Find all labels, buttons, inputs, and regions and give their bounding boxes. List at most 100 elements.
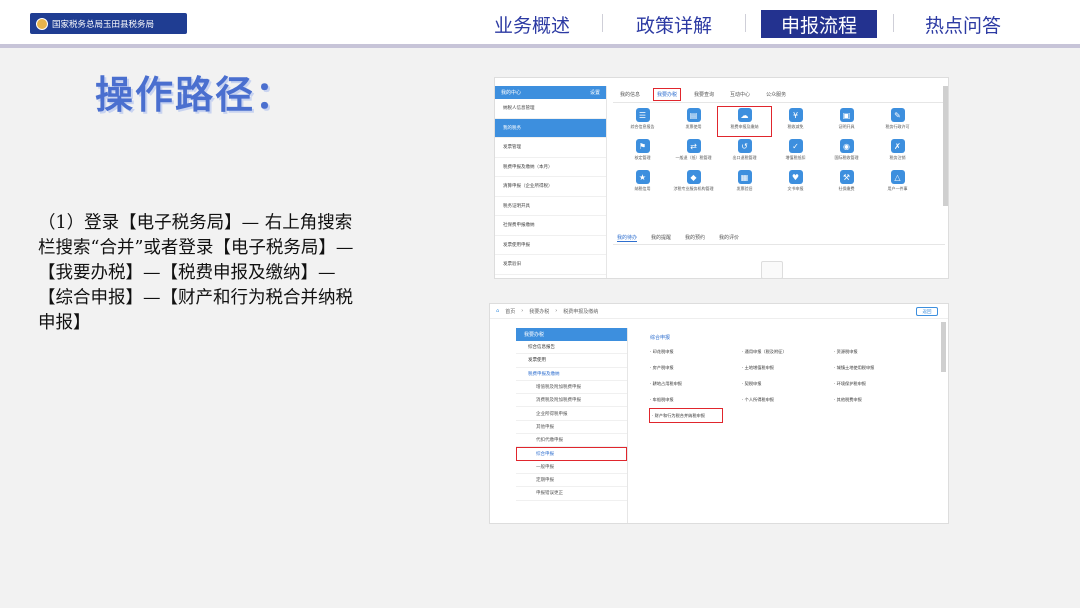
s2-sidebar-item[interactable]: 税费申报及缴纳 [516,368,627,381]
s2-sidebar-item[interactable]: 消费税及附加税费申报 [516,394,627,408]
s1-service-tile[interactable]: ¥ 税收减免 [770,108,821,135]
service-icon: ¥ [788,108,803,122]
service-label: 一般退（抵）税管理 [675,155,712,160]
s1-tab[interactable]: 我要查询 [691,89,717,100]
s1-tab[interactable]: 互动中心 [727,89,753,100]
s1-service-tile[interactable]: ↺ 出口退税管理 [719,139,770,166]
s1-main-panel: 我的信息 我要办税 我要查询 互动中心 公众服务 ☰ 综合信息报告 ▤ 发票使用 ☁ 税费申报及缴… [613,86,945,278]
breadcrumb-home[interactable]: 首页 [505,308,515,315]
s2-section-title: 综合申报 [650,335,671,341]
nav-policy[interactable]: 政策详解 [620,10,728,38]
s2-declaration-link[interactable]: · 资源税申报 [834,345,926,358]
s2-sidebar: 我要办税 综合信息报告 发票使用 税费申报及缴纳 增值税及附加税费申报 消费税及附加税费… [516,328,628,523]
s1-service-tile[interactable]: ▤ 发票使用 [668,108,719,135]
s1-service-tile[interactable]: ☰ 综合信息报告 [617,108,668,135]
s1-service-tile[interactable]: ⇄ 一般退（抵）税管理 [668,139,719,166]
service-icon: ✗ [890,139,905,153]
s2-declaration-link[interactable]: · 环境保护税申报 [834,377,926,390]
s2-sidebar-item[interactable]: 发票使用 [516,354,627,368]
s1-sidebar-item[interactable]: 税务证明开具 [495,197,606,216]
header-divider [0,44,1080,48]
s1-service-grid: ☰ 综合信息报告 ▤ 发票使用 ☁ 税费申报及缴纳 ¥ 税收减免 ▣ 证明开具 ✎ 税务行政许可 ⚑ 核定… [613,103,945,197]
s1-service-tile[interactable]: ♥ 文书申报 [770,170,821,197]
s1-sub-tab[interactable]: 我的预约 [685,234,705,241]
s2-sidebar-item[interactable]: 企业所得税申报 [516,407,627,421]
s1-service-tile[interactable]: ⚒ 社保缴费 [821,170,872,197]
s1-tab[interactable]: 公众服务 [763,89,789,100]
s1-service-tile[interactable]: ✎ 税务行政许可 [872,108,923,135]
s1-sidebar-item[interactable]: 我的税务 [495,118,606,138]
service-label: 纳税信用 [634,186,651,191]
service-label: 用户一件事 [887,186,908,191]
s2-declaration-link[interactable]: · 通用申报（税及附征） [742,345,834,358]
s2-declaration-link[interactable]: · 土地增值税申报 [742,361,834,374]
breadcrumb: ⌂ 首页 › 我要办税 › 税费申报及缴纳 [490,304,948,319]
service-icon: ♥ [788,170,803,184]
s2-sidebar-list: 综合信息报告 发票使用 税费申报及缴纳 增值税及附加税费申报 消费税及附加税费申报 企业所… [516,341,627,501]
s2-declaration-link[interactable]: · 印花税申报 [650,345,742,358]
s1-sidebar-item[interactable]: 社保费申报缴纳 [495,216,606,236]
s1-tab[interactable]: 我要办税 [653,87,682,101]
s1-sidebar-item[interactable]: 纳税人登记信息查询 [495,275,606,279]
comprehensive-declaration-item[interactable]: 综合申报 [516,447,627,461]
empty-state-icon [761,261,783,278]
s2-sidebar-item[interactable]: 代扣代缴申报 [516,434,627,448]
service-icon: ▣ [839,108,854,122]
s2-sidebar-item[interactable]: 综合信息报告 [516,341,627,355]
s1-sidebar-item[interactable]: 税费申报及缴纳（本月） [495,158,606,177]
service-label: 增值税抵扣 [785,155,806,160]
s2-declaration-link[interactable]: · 其他税费申报 [834,393,926,406]
s2-declaration-link[interactable]: · 契税申报 [742,377,834,390]
s2-declaration-link[interactable]: · 车船税申报 [650,393,742,406]
s1-service-tile[interactable]: ⚑ 核定管理 [617,139,668,166]
breadcrumb-current: 税费申报及缴纳 [563,308,599,315]
top-bar: 国家税务总局玉田县税务局 业务概述 政策详解 申报流程 热点问答 [0,0,1080,44]
s1-service-tile[interactable]: ▣ 证明开具 [821,108,872,135]
s1-sidebar-item[interactable]: 清算申报（企业所得税） [495,177,606,197]
s2-sidebar-title: 我要办税 [524,332,545,338]
nav-faq[interactable]: 热点问答 [908,10,1018,38]
s1-sidebar-settings[interactable]: 设置 [590,89,600,96]
property-behavior-tax-link[interactable]: · 财产和行为税合并纳税申报 [649,408,723,423]
s2-declaration-link[interactable]: · 耕地占用税申报 [650,377,742,390]
s2-sidebar-header[interactable]: 我要办税 [516,328,627,341]
s1-tab-bar: 我的信息 我要办税 我要查询 互动中心 公众服务 [613,86,945,103]
s1-sidebar-title: 我的中心 [501,90,522,96]
s1-tab[interactable]: 我的信息 [617,89,643,100]
home-icon[interactable]: ⌂ [496,308,499,314]
s1-service-tile[interactable]: ◆ 涉税专业服务机构管理 [668,170,719,197]
s1-service-tile[interactable]: ✗ 税务注销 [872,139,923,166]
s1-sub-tab[interactable]: 我的评价 [719,234,739,241]
nav-process[interactable]: 申报流程 [761,10,877,38]
s2-sidebar-item[interactable]: 定期申报 [516,474,627,488]
s2-sidebar-item[interactable]: 申报错误更正 [516,487,627,501]
s1-sidebar-item[interactable]: 纳税人信息管理 [495,99,606,119]
nav-overview[interactable]: 业务概述 [478,10,586,38]
s1-service-tile[interactable]: △ 用户一件事 [872,170,923,197]
s2-sidebar-item[interactable]: 一般申报 [516,461,627,474]
s1-sidebar-item[interactable]: 发票使用申报 [495,236,606,255]
service-icon: ◉ [839,139,854,153]
e-tax-home-screenshot: 我的中心 设置 纳税人信息管理 我的税务 发票管理 税费申报及缴纳（本月） 清算申报（企… [494,77,949,279]
s1-service-tile[interactable]: ✓ 增值税抵扣 [770,139,821,166]
s2-sidebar-item[interactable]: 增值税及附加税费申报 [516,381,627,395]
tax-declaration-tile[interactable]: ☁ 税费申报及缴纳 [717,106,772,137]
s1-sub-tab[interactable]: 我的待办 [617,234,638,242]
s1-service-tile[interactable]: ◉ 国际税收管理 [821,139,872,166]
service-label: 税务行政许可 [885,124,910,129]
s2-scrollbar[interactable] [941,322,946,372]
s2-declaration-link[interactable]: · 城镇土地使用税申报 [834,361,926,374]
s1-scrollbar[interactable] [943,86,948,206]
s1-sub-tab[interactable]: 我的提醒 [651,234,671,241]
s2-declaration-link[interactable]: · 房产税申报 [650,361,742,374]
s1-sidebar-header[interactable]: 我的中心 设置 [495,86,606,99]
s1-service-tile[interactable]: ▦ 发票验旧 [719,170,770,197]
tax-bureau-logo[interactable]: 国家税务总局玉田县税务局 [30,13,187,34]
s2-sidebar-item[interactable]: 其他申报 [516,421,627,435]
s2-declaration-link[interactable]: · 个人所得税申报 [742,393,834,406]
back-button[interactable]: 返回 [916,307,938,316]
s1-service-tile[interactable]: ★ 纳税信用 [617,170,668,197]
s1-sidebar-item[interactable]: 发票管理 [495,138,606,158]
breadcrumb-office[interactable]: 我要办税 [529,308,549,315]
s1-sidebar-item[interactable]: 发票验旧 [495,255,606,275]
